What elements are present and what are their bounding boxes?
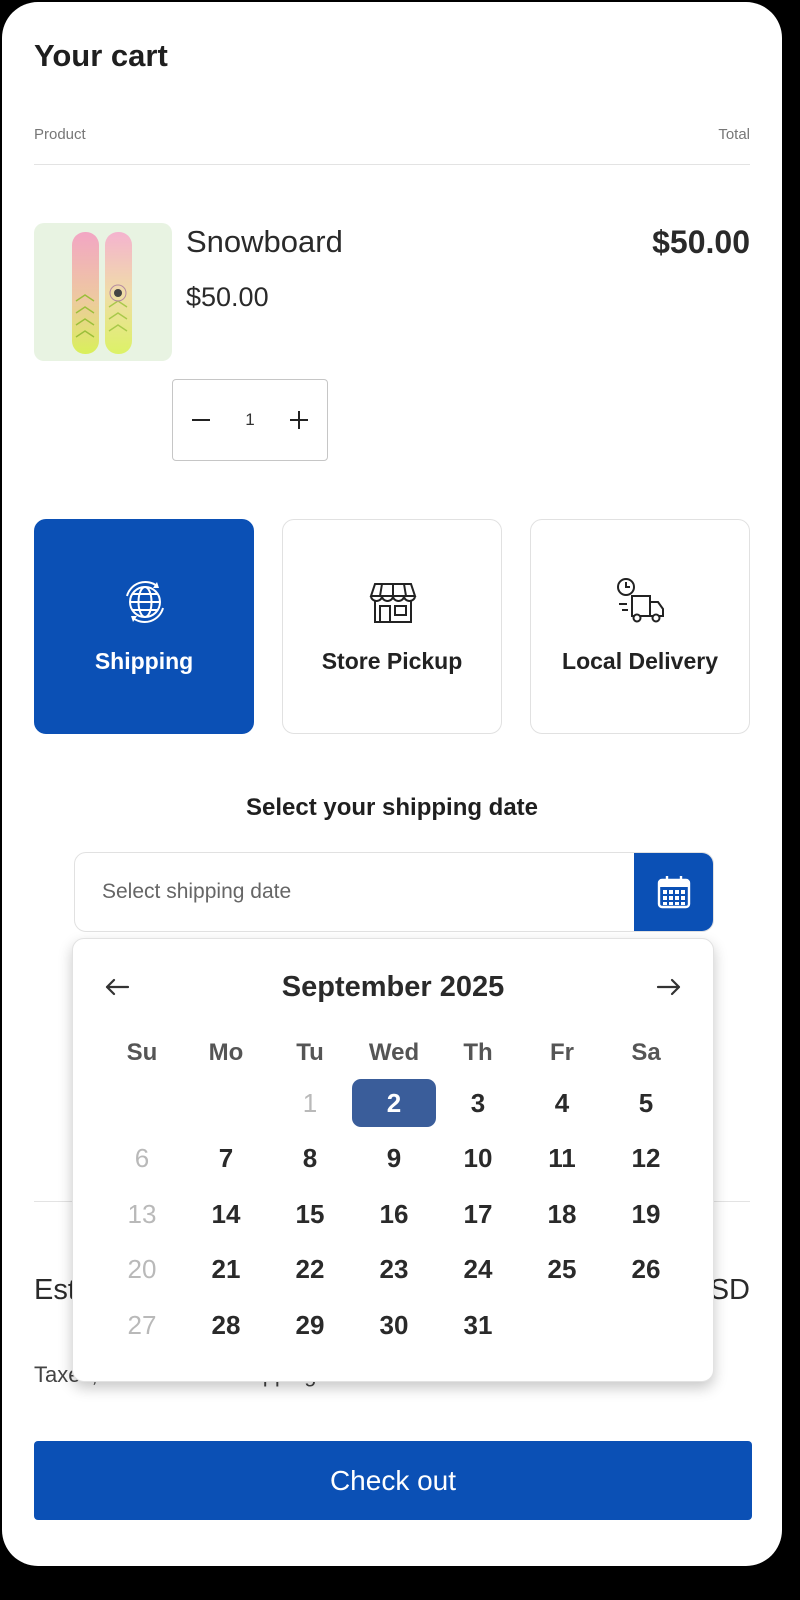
calendar-day: 6 xyxy=(134,1143,150,1173)
increase-quantity-button[interactable] xyxy=(281,402,317,438)
column-header-total: Total xyxy=(718,126,750,143)
snowboard-image xyxy=(72,232,132,354)
weekday-header: Th xyxy=(463,1039,493,1066)
decrease-quantity-button[interactable] xyxy=(183,402,219,438)
method-shipping-label: Shipping xyxy=(94,648,194,674)
method-shipping[interactable]: Shipping xyxy=(34,519,254,734)
calendar-day[interactable]: 7 xyxy=(184,1135,268,1183)
estimated-total-currency: SD xyxy=(709,1274,750,1306)
calendar-day[interactable]: 15 xyxy=(268,1190,352,1238)
calendar-day: 27 xyxy=(127,1309,157,1340)
calendar-day[interactable]: 22 xyxy=(268,1246,352,1294)
calendar-day[interactable]: 30 xyxy=(352,1301,436,1349)
calendar-day[interactable]: 5 xyxy=(604,1079,688,1127)
calendar-day[interactable]: 12 xyxy=(604,1135,688,1183)
delivery-truck-icon xyxy=(617,578,664,623)
calendar-day[interactable]: 11 xyxy=(520,1135,604,1183)
globe-icon xyxy=(126,581,164,623)
quantity-input[interactable]: 1 xyxy=(229,410,271,430)
calendar-day: 20 xyxy=(127,1254,157,1284)
calendar-day-selected[interactable]: 2 xyxy=(352,1079,436,1127)
calendar-icon xyxy=(657,876,691,909)
weekday-header: Wed xyxy=(368,1039,420,1066)
product-unit-price: $50.00 xyxy=(186,282,269,312)
arrow-right-icon xyxy=(656,978,681,996)
calendar-day: 1 xyxy=(302,1087,318,1118)
calendar-day[interactable]: 3 xyxy=(436,1079,520,1127)
calendar-day[interactable]: 25 xyxy=(520,1246,604,1294)
open-calendar-button[interactable] xyxy=(634,853,713,931)
product-name[interactable]: Snowboard xyxy=(186,224,343,260)
calendar-month-title: September 2025 xyxy=(281,971,505,1003)
weekday-header: Mo xyxy=(208,1039,244,1066)
calendar-day[interactable]: 26 xyxy=(604,1246,688,1294)
calendar-day[interactable]: 29 xyxy=(268,1301,352,1349)
weekday-header: Sa xyxy=(631,1039,661,1066)
calendar-day[interactable]: 16 xyxy=(352,1190,436,1238)
weekday-header: Fr xyxy=(550,1039,574,1066)
date-picker-popup: September 2025 Su Mo Tu Wed Th Fr Sa 1 2 3 4 5 6 7 8 9 1… xyxy=(72,938,714,1382)
calendar-day[interactable]: 14 xyxy=(184,1190,268,1238)
calendar-day: 13 xyxy=(127,1198,157,1229)
minus-icon xyxy=(192,419,210,421)
estimated-total-label: Est xyxy=(34,1274,76,1306)
calendar-day[interactable]: 9 xyxy=(352,1135,436,1183)
calendar-day[interactable]: 28 xyxy=(184,1301,268,1349)
calendar-day[interactable]: 10 xyxy=(436,1135,520,1183)
weekday-header: Tu xyxy=(296,1039,324,1066)
cart-screen: Your cart Product Total Snowboard $50.00… xyxy=(2,2,782,1566)
product-line-total: $50.00 xyxy=(652,224,750,260)
calendar-day[interactable]: 21 xyxy=(184,1246,268,1294)
divider xyxy=(34,164,750,165)
page-title: Your cart xyxy=(34,38,168,73)
weekday-header: Su xyxy=(126,1039,158,1066)
column-header-product: Product xyxy=(34,126,86,143)
next-month-button[interactable] xyxy=(651,969,687,1005)
storefront-icon xyxy=(369,583,417,623)
calendar-day[interactable]: 19 xyxy=(604,1190,688,1238)
method-store-pickup[interactable]: Store Pickup xyxy=(282,519,502,734)
calendar-day[interactable]: 18 xyxy=(520,1190,604,1238)
calendar-day[interactable]: 24 xyxy=(436,1246,520,1294)
calendar-day[interactable]: 4 xyxy=(520,1079,604,1127)
product-thumbnail[interactable] xyxy=(34,223,172,361)
method-store-pickup-label: Store Pickup xyxy=(321,648,463,674)
shipping-date-field[interactable]: Select shipping date xyxy=(74,852,714,932)
plus-icon xyxy=(290,411,308,429)
calendar-day[interactable]: 23 xyxy=(352,1246,436,1294)
quantity-stepper: 1 xyxy=(172,379,328,461)
method-local-delivery[interactable]: Local Delivery xyxy=(530,519,750,734)
calendar-day[interactable]: 17 xyxy=(436,1190,520,1238)
shipping-date-heading: Select your shipping date xyxy=(245,794,539,821)
calendar-day[interactable]: 31 xyxy=(436,1301,520,1349)
method-local-delivery-label: Local Delivery xyxy=(562,648,718,674)
checkout-button[interactable]: Check out xyxy=(34,1441,752,1520)
shipping-date-placeholder: Select shipping date xyxy=(102,880,292,903)
calendar-day[interactable]: 8 xyxy=(268,1135,352,1183)
